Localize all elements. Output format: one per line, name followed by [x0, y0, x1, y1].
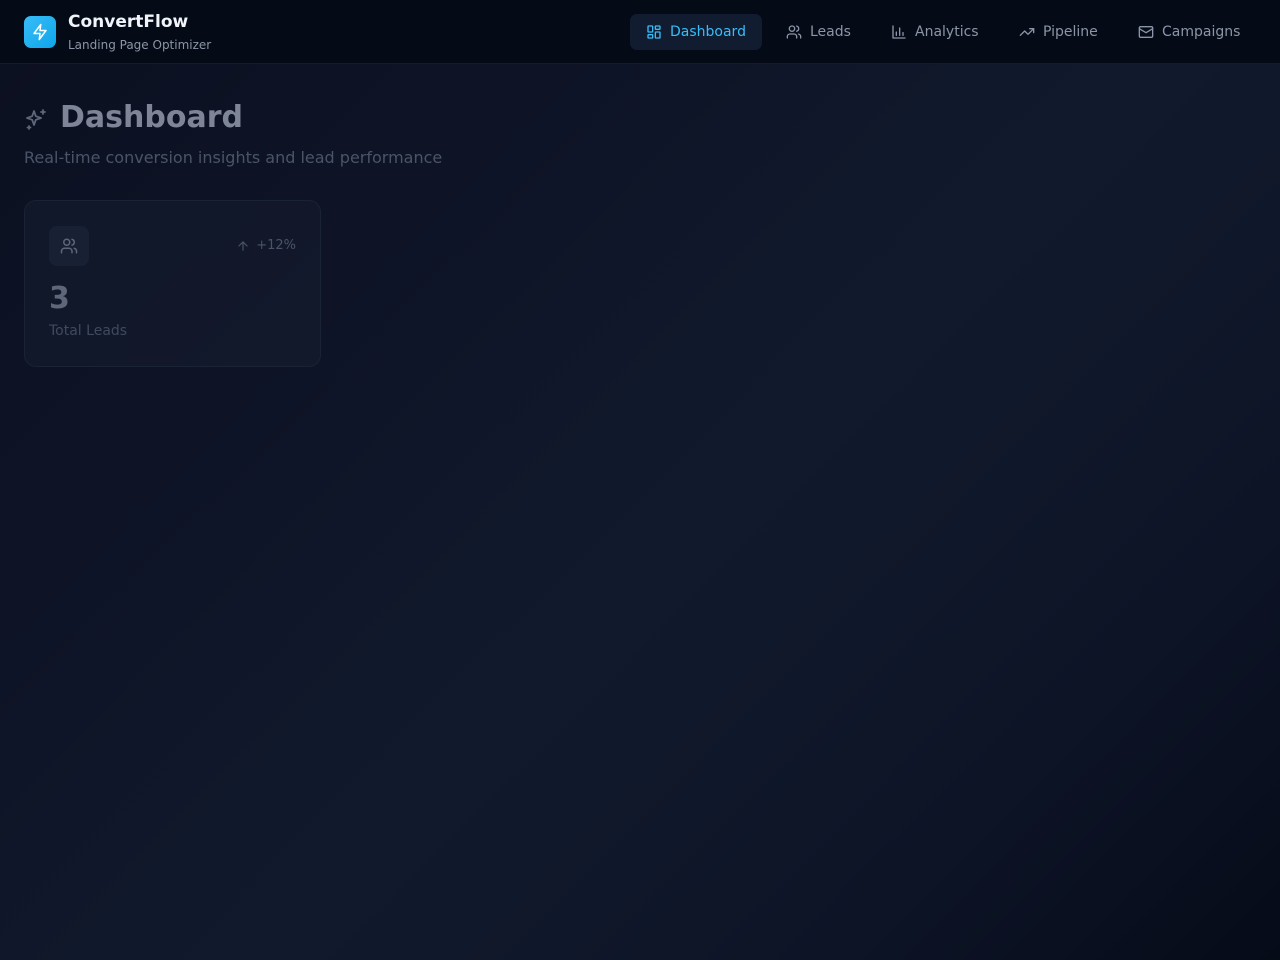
nav-item-label: Campaigns	[1162, 24, 1241, 40]
nav-item-label: Leads	[810, 24, 851, 40]
stat-card-total-leads[interactable]: +12% 3 Total Leads	[24, 200, 321, 367]
nav-item-label: Analytics	[915, 24, 979, 40]
brand-logo[interactable]	[24, 16, 56, 48]
users-icon	[60, 238, 78, 254]
stat-icon-box	[49, 226, 89, 266]
lightning-icon	[33, 23, 47, 41]
dashboard-grid-icon	[647, 25, 661, 39]
page-title: Dashboard	[60, 100, 243, 135]
nav-item-leads[interactable]: Leads	[770, 14, 867, 50]
nav-item-pipeline[interactable]: Pipeline	[1003, 14, 1114, 50]
stat-delta-value: +12%	[256, 238, 296, 253]
page-subtitle: Real-time conversion insights and lead p…	[24, 148, 443, 167]
stat-label: Total Leads	[49, 323, 128, 339]
top-navbar: ConvertFlow Landing Page Optimizer Dashb…	[0, 0, 1280, 64]
stat-delta: +12%	[236, 238, 296, 253]
users-icon	[786, 25, 802, 39]
nav-item-campaigns[interactable]: Campaigns	[1122, 14, 1256, 50]
brand-tagline: Landing Page Optimizer	[68, 38, 212, 52]
stat-value: 3	[49, 281, 70, 316]
arrow-up-icon	[238, 240, 248, 251]
sparkles-icon	[26, 109, 46, 130]
nav-item-analytics[interactable]: Analytics	[875, 14, 995, 50]
bar-chart-icon	[892, 25, 906, 39]
nav-item-dashboard[interactable]: Dashboard	[630, 14, 762, 50]
mail-icon	[1138, 26, 1154, 38]
nav-item-label: Pipeline	[1043, 24, 1098, 40]
trending-up-icon	[1019, 27, 1035, 36]
brand-name: ConvertFlow	[68, 12, 189, 32]
nav-item-label: Dashboard	[670, 24, 746, 40]
